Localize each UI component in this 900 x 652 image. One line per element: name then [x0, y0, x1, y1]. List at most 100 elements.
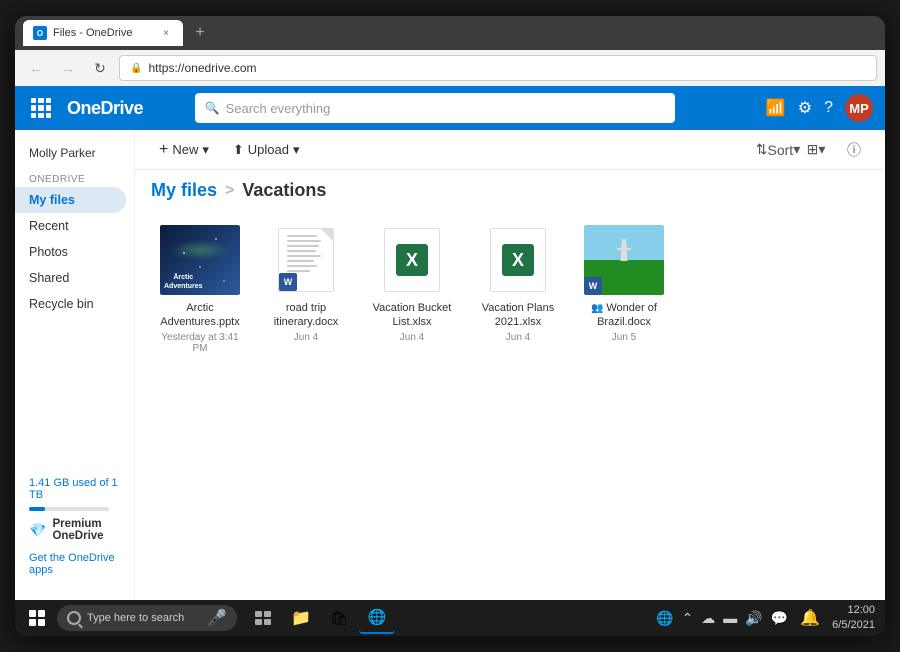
file-explorer-icon: 📁 — [291, 608, 311, 628]
file-date: Jun 4 — [506, 332, 530, 343]
glow-decoration — [170, 240, 230, 260]
word-badge: W — [279, 273, 297, 291]
waffle-menu-button[interactable] — [27, 94, 55, 122]
settings-icon[interactable]: ⚙ — [798, 98, 812, 118]
upload-button[interactable]: ⬆ Upload ▾ — [225, 138, 308, 162]
new-chevron-icon: ▾ — [202, 142, 209, 158]
premium-item[interactable]: 💎 Premium OneDrive — [29, 514, 120, 546]
tab-title: Files - OneDrive — [53, 27, 153, 39]
sort-chevron-icon: ▾ — [793, 141, 800, 158]
device-frame: O Files - OneDrive × + ← → ↻ 🔒 https://o… — [15, 16, 885, 636]
file-date: Jun 4 — [294, 332, 318, 343]
tab-close-button[interactable]: × — [159, 26, 173, 40]
lock-icon: 🔒 — [130, 63, 142, 74]
waffle-dot — [31, 105, 36, 110]
sidebar: Molly Parker OneDrive My files Recent Ph… — [15, 130, 135, 600]
sidebar-item-myfiles[interactable]: My files — [15, 187, 126, 213]
file-item[interactable]: W 👥 Wonder of Brazil.docx Jun 5 — [575, 217, 673, 362]
upload-chevron-icon: ▾ — [293, 142, 300, 158]
browser-tab[interactable]: O Files - OneDrive × — [23, 20, 183, 46]
info-button[interactable]: ⓘ — [839, 135, 869, 165]
nav-right: 📶 ⚙ ? MP — [766, 94, 873, 122]
task-view-button[interactable] — [245, 602, 281, 634]
view-button[interactable]: ⊞ ▾ — [801, 135, 831, 165]
sidebar-section-label: OneDrive — [15, 170, 134, 187]
search-box[interactable]: 🔍 Search everything — [195, 93, 675, 123]
taskbar-search-icon — [67, 611, 81, 625]
address-input[interactable]: 🔒 https://onedrive.com — [119, 55, 877, 81]
sidebar-item-label: Recycle bin — [29, 297, 94, 311]
refresh-button[interactable]: ↻ — [87, 55, 113, 81]
get-apps-link[interactable]: Get the OneDrive apps — [29, 552, 120, 576]
view-chevron-icon: ▾ — [818, 141, 825, 158]
mic-icon[interactable]: 🎤 — [207, 608, 227, 628]
battery-icon[interactable]: ▬ — [723, 610, 737, 626]
comment-icon[interactable]: 💬 — [771, 610, 788, 627]
search-placeholder: Search everything — [226, 101, 331, 116]
sidebar-item-label: Photos — [29, 245, 68, 259]
network-icon[interactable]: 🌐 — [656, 610, 673, 627]
upload-icon: ⬆ — [233, 142, 244, 158]
edge-button[interactable]: 🌐 — [359, 602, 395, 634]
diamond-icon: 💎 — [29, 522, 46, 539]
taskbar-search[interactable]: Type here to search 🎤 — [57, 605, 237, 631]
file-name: road trip itinerary.docx — [265, 301, 347, 330]
file-item[interactable]: ArcticAdventures Arctic Adventures.pptx … — [151, 217, 249, 362]
help-icon[interactable]: ? — [824, 99, 833, 117]
toolbar: + New ▾ ⬆ Upload ▾ ⇅ Sort ▾ — [135, 130, 885, 170]
main-area: Molly Parker OneDrive My files Recent Ph… — [15, 130, 885, 600]
new-tab-button[interactable]: + — [187, 20, 213, 46]
excel-x-icon: X — [396, 244, 428, 276]
waffle-dot — [46, 98, 51, 103]
sidebar-item-recyclebin[interactable]: Recycle bin — [15, 291, 126, 317]
sidebar-item-photos[interactable]: Photos — [15, 239, 126, 265]
cloud-icon[interactable]: ☁ — [701, 610, 715, 627]
breadcrumb-root[interactable]: My files — [151, 180, 217, 201]
storage-fill — [29, 507, 45, 511]
breadcrumb-separator: > — [225, 182, 234, 200]
new-label: New — [172, 142, 198, 157]
sort-icon: ⇅ — [756, 141, 768, 158]
doc-line — [287, 255, 321, 257]
file-item[interactable]: X Vacation Plans 2021.xlsx Jun 4 — [469, 217, 567, 362]
avatar[interactable]: MP — [845, 94, 873, 122]
new-button[interactable]: + New ▾ — [151, 137, 217, 163]
file-date: Jun 5 — [612, 332, 636, 343]
file-thumbnail: W — [584, 225, 664, 295]
tab-favicon: O — [33, 26, 47, 40]
file-name: Vacation Plans 2021.xlsx — [477, 301, 559, 330]
forward-button[interactable]: → — [55, 55, 81, 81]
file-item[interactable]: X Vacation Bucket List.xlsx Jun 4 — [363, 217, 461, 362]
docx-icon: W — [278, 228, 334, 292]
notification-button[interactable]: 🔔 — [796, 604, 824, 632]
user-name: Molly Parker — [15, 142, 134, 170]
waffle-dot — [46, 105, 51, 110]
wifi-icon[interactable]: 📶 — [766, 98, 786, 118]
sidebar-item-recent[interactable]: Recent — [15, 213, 126, 239]
taskbar-right: 🌐 ⌃ ☁ ▬ 🔊 💬 🔔 12:00 6/5/2021 — [656, 603, 879, 634]
taskbar-search-text: Type here to search — [87, 612, 184, 624]
storage-text: 1.41 GB used of 1 TB — [29, 477, 120, 501]
store-button[interactable]: 🛍 — [321, 602, 357, 634]
search-icon: 🔍 — [205, 101, 220, 115]
excel-x-icon: X — [502, 244, 534, 276]
volume-icon[interactable]: 🔊 — [745, 610, 762, 627]
start-button[interactable] — [21, 602, 53, 634]
edge-icon: 🌐 — [368, 608, 387, 626]
doc-line — [287, 240, 321, 242]
sort-button[interactable]: ⇅ Sort ▾ — [763, 135, 793, 165]
sidebar-item-shared[interactable]: Shared — [15, 265, 126, 291]
info-icon: ⓘ — [847, 140, 861, 160]
wonder-thumbnail: W — [584, 225, 664, 295]
waffle-dot — [46, 113, 51, 118]
file-explorer-button[interactable]: 📁 — [283, 602, 319, 634]
upload-label: Upload — [248, 142, 289, 157]
waffle-dot — [31, 98, 36, 103]
plus-icon: + — [159, 141, 168, 159]
back-button[interactable]: ← — [23, 55, 49, 81]
file-name: Vacation Bucket List.xlsx — [371, 301, 453, 330]
pptx-thumbnail: ArcticAdventures — [160, 225, 240, 295]
waffle-dot — [38, 113, 43, 118]
chevron-up-icon[interactable]: ⌃ — [682, 610, 694, 627]
file-item[interactable]: W road trip itinerary.docx Jun 4 — [257, 217, 355, 362]
